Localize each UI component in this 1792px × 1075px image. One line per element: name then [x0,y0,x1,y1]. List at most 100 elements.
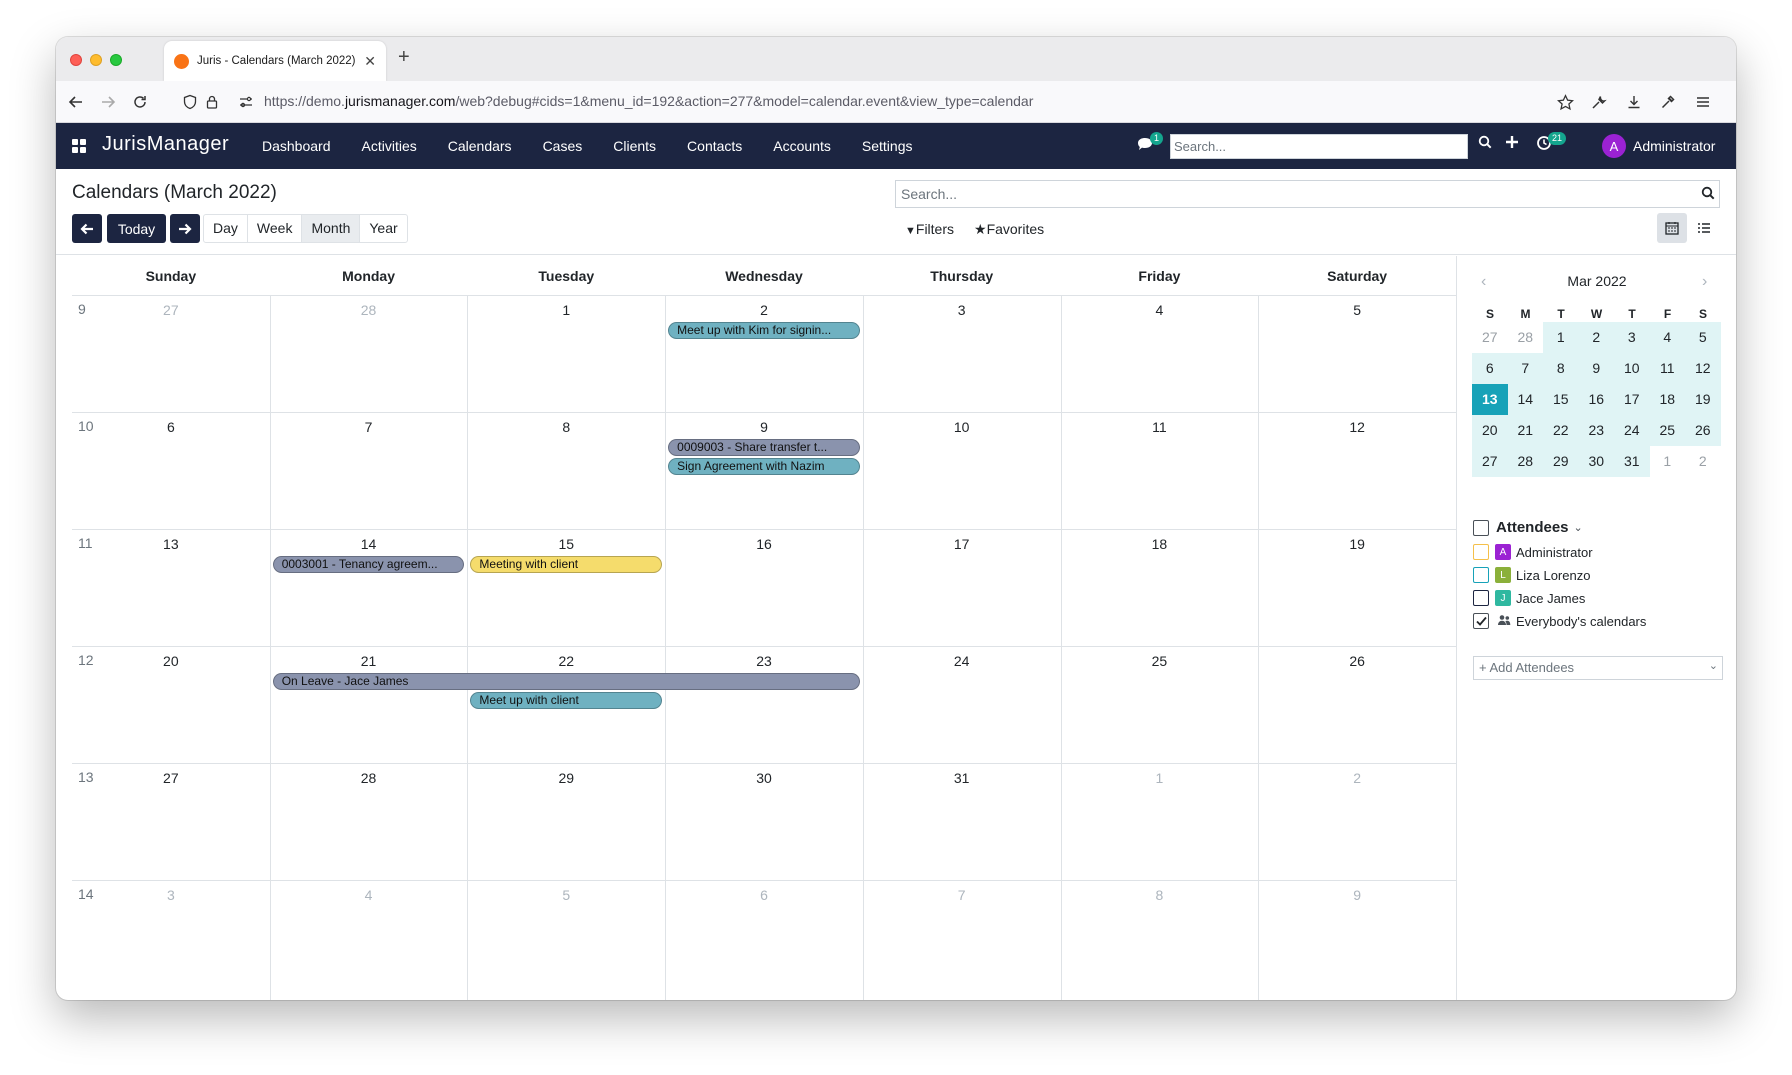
mini-day[interactable]: 1 [1543,322,1579,353]
view-year-button[interactable]: Year [360,215,406,242]
day-number[interactable]: 29 [551,770,581,786]
mini-day[interactable]: 17 [1614,384,1650,415]
calendar-event[interactable]: Sign Agreement with Nazim [668,458,860,475]
new-tab-button[interactable]: + [398,46,410,69]
day-number[interactable]: 15 [551,536,581,552]
mini-next-month-icon[interactable]: › [1702,273,1707,291]
day-cell[interactable]: 24 [863,647,1061,764]
mini-day[interactable]: 28 [1508,322,1544,353]
attendees-checkbox[interactable] [1473,519,1489,536]
day-number[interactable]: 4 [354,887,384,903]
forward-icon[interactable] [96,90,120,114]
calendar-event[interactable]: Meet up with client [470,692,663,709]
mini-day[interactable]: 15 [1543,384,1579,415]
day-number[interactable]: 6 [749,887,779,903]
brand-name[interactable]: JurisManager [102,133,229,156]
mini-day[interactable]: 3 [1614,322,1650,353]
menu-item-cases[interactable]: Cases [543,138,583,154]
mini-day[interactable]: 28 [1507,446,1543,477]
day-cell[interactable]: 23 [665,647,863,764]
day-cell[interactable]: 8 [467,413,665,530]
day-cell[interactable]: 15 [467,530,665,647]
day-number[interactable]: 24 [947,653,977,669]
maximize-window-button[interactable] [110,54,122,66]
day-number[interactable]: 4 [1144,302,1174,318]
day-number[interactable]: 9 [749,419,779,435]
day-cell[interactable]: 27 [72,764,270,881]
calendar-event[interactable]: On Leave - Jace James [272,673,860,690]
day-number[interactable]: 1 [1144,770,1174,786]
day-number[interactable]: 10 [947,419,977,435]
mini-day[interactable]: 27 [1472,322,1508,353]
mini-day[interactable]: 27 [1472,446,1508,477]
day-number[interactable]: 17 [947,536,977,552]
day-number[interactable]: 2 [749,302,779,318]
day-number[interactable]: 30 [749,770,779,786]
mini-day[interactable]: 31 [1614,446,1650,477]
day-cell[interactable]: 25 [1061,647,1259,764]
day-number[interactable]: 18 [1144,536,1174,552]
day-cell[interactable]: 7 [863,881,1061,998]
previous-button[interactable] [72,214,102,243]
day-number[interactable]: 14 [354,536,384,552]
day-number[interactable]: 12 [1342,419,1372,435]
day-number[interactable]: 8 [551,419,581,435]
mini-day[interactable]: 4 [1649,322,1685,353]
day-number[interactable]: 19 [1342,536,1372,552]
next-button[interactable] [170,214,200,243]
download-icon[interactable] [1622,90,1646,114]
mini-day[interactable]: 6 [1472,353,1508,384]
day-cell[interactable]: 2 [1258,764,1456,881]
mini-day[interactable]: 7 [1507,353,1543,384]
day-number[interactable]: 3 [156,887,186,903]
day-cell[interactable]: 16 [665,530,863,647]
calendar-event[interactable]: 0003001 - Tenancy agreem... [272,556,465,573]
day-cell[interactable]: 1 [467,296,665,413]
bookmark-star-icon[interactable] [1553,90,1577,114]
tab-close-icon[interactable]: ✕ [364,53,376,70]
calendar-event[interactable]: Meeting with client [470,556,663,573]
day-number[interactable]: 9 [1342,887,1372,903]
mini-day[interactable]: 20 [1472,415,1508,446]
day-number[interactable]: 22 [551,653,581,669]
mini-day[interactable]: 22 [1543,415,1579,446]
menu-item-clients[interactable]: Clients [613,138,656,154]
day-number[interactable]: 13 [156,536,186,552]
day-number[interactable]: 1 [551,302,581,318]
attendee-row[interactable]: L Liza Lorenzo [1473,567,1590,583]
global-search-input[interactable]: Search... [1170,134,1468,159]
today-button[interactable]: Today [107,214,166,243]
attendee-checkbox[interactable] [1473,567,1489,583]
site-permissions-icon[interactable] [234,90,258,114]
mini-day[interactable]: 11 [1649,353,1685,384]
filters-button[interactable]: ▼Filters [905,221,954,237]
mini-prev-month-icon[interactable]: ‹ [1481,273,1486,291]
mini-day[interactable]: 5 [1685,322,1721,353]
day-number[interactable]: 26 [1342,653,1372,669]
mini-day[interactable]: 9 [1578,353,1614,384]
attendees-header[interactable]: Attendees ⌄ [1473,519,1583,536]
day-cell[interactable]: 27 [72,296,270,413]
menu-item-dashboard[interactable]: Dashboard [262,138,331,154]
day-cell[interactable]: 7 [270,413,468,530]
day-cell[interactable]: 5 [467,881,665,998]
mini-day[interactable]: 19 [1685,384,1721,415]
day-cell[interactable]: 14 [270,530,468,647]
attendee-checkbox[interactable] [1473,590,1489,606]
mini-day[interactable]: 26 [1685,415,1721,446]
day-cell[interactable]: 4 [1061,296,1259,413]
day-number[interactable]: 5 [1342,302,1372,318]
day-number[interactable]: 6 [156,419,186,435]
day-number[interactable]: 8 [1144,887,1174,903]
shield-icon[interactable] [178,90,202,114]
day-cell[interactable]: 17 [863,530,1061,647]
day-number[interactable]: 3 [947,302,977,318]
mini-day[interactable]: 18 [1649,384,1685,415]
calendar-event[interactable]: 0009003 - Share transfer t... [668,439,860,456]
day-cell[interactable]: 11 [1061,413,1259,530]
day-cell[interactable]: 9 [1258,881,1456,998]
user-avatar[interactable]: A [1602,134,1626,158]
day-number[interactable]: 28 [354,302,384,318]
search-input[interactable]: Search... [895,180,1720,208]
hamburger-menu-icon[interactable] [1691,90,1715,114]
